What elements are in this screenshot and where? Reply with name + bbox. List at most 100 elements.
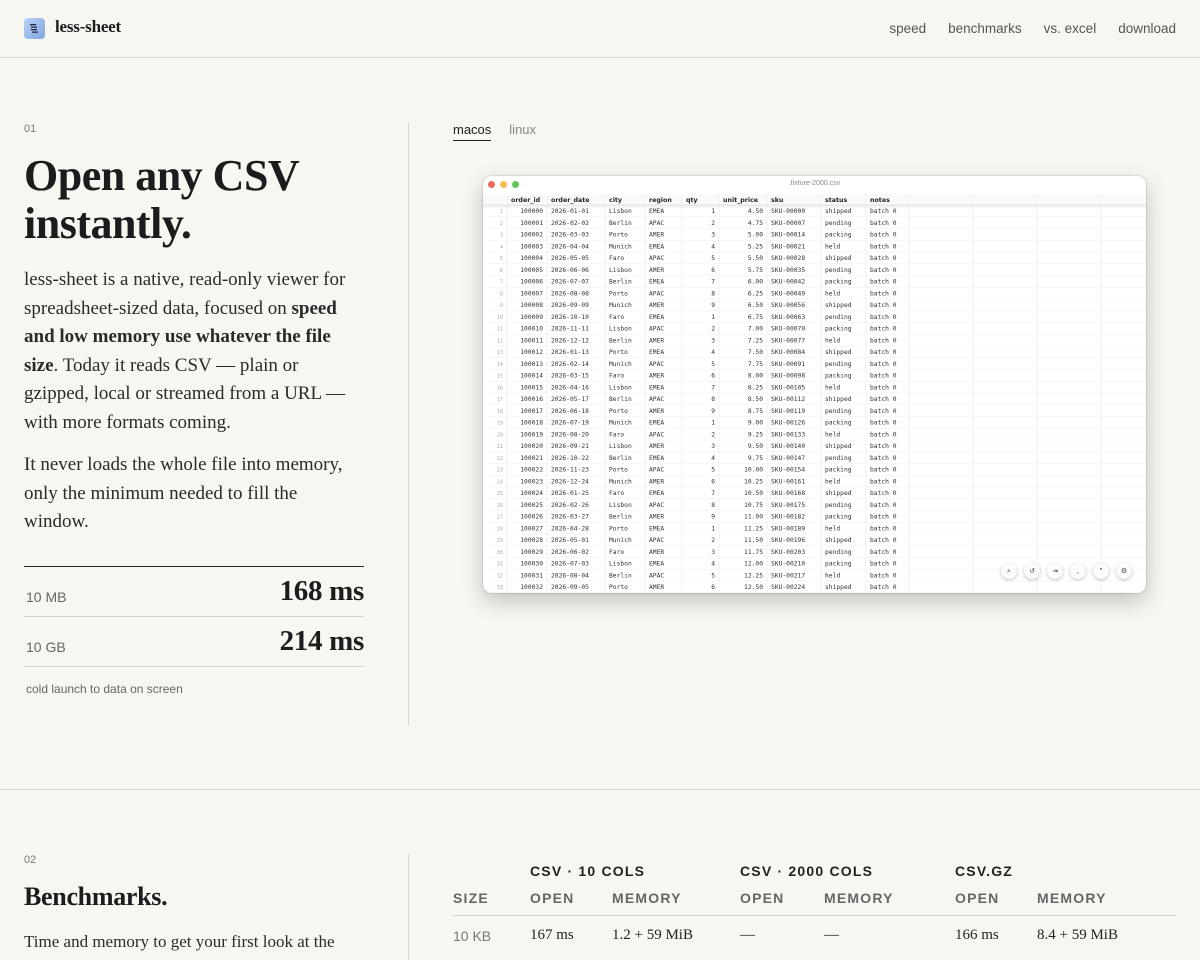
grid-cell: shipped [825,396,852,403]
grid-cell: 100025 [520,502,543,509]
grid-cell: 11.75 [744,549,763,556]
search-icon[interactable]: ⌕ [1001,563,1017,579]
settings-icon[interactable]: ⚙ [1116,563,1132,579]
grid-cell: SKU-00000 [771,208,805,215]
column-header: OPEN [530,890,575,906]
grid-cell: 3 [711,232,715,239]
grid-cell: pending [825,455,852,462]
grid-cell: Faro [609,431,624,438]
column-header-city: city [609,197,622,204]
group-header: CSV · 2000 COLS [740,863,874,879]
grid-cell: 6.50 [748,302,763,309]
grid-cell: 3 [711,443,715,450]
row-number: 22 [497,456,503,462]
grid-cell: AMER [649,302,664,309]
grid-cell: 100029 [520,549,543,556]
grid-cell: APAC [649,255,664,262]
grid-cell: batch 0 [870,384,897,391]
grid-cell: 9.50 [748,443,763,450]
row-number: 4 [500,244,503,250]
column-header-status: status [825,197,848,204]
grid-cell: held [825,384,840,391]
grid-cell: SKU-00028 [771,255,805,262]
grid-cell: packing [825,467,852,474]
grid-cell: SKU-00133 [771,431,805,438]
nav-link-benchmarks[interactable]: benchmarks [948,21,1022,36]
grid-cell: Berlin [609,220,632,227]
grid-cell: pending [825,549,852,556]
grid-cell: 8.25 [748,384,763,391]
grid-cell: 100014 [520,373,543,380]
grid-cell: Munich [609,302,632,309]
grid-cell: 100003 [520,243,543,250]
grid-cell: 100007 [520,290,543,297]
grid-cell: Lisbon [609,267,632,274]
grid-cell: 100024 [520,490,543,497]
grid-cell: SKU-00077 [771,337,805,344]
grid-cell: 2026-05-05 [551,255,589,262]
spreadsheet-grid[interactable]: order_id order_date city region qty unit_pric… [483,176,1146,593]
grid-cell: 5.50 [748,255,763,262]
app-window-screenshot: .fixture-2000.csv order_id order_date city… [483,176,1146,593]
undo-icon[interactable]: ↺ [1024,563,1040,579]
quote-icon[interactable]: " [1093,563,1109,579]
nav-link-speed[interactable]: speed [889,21,926,36]
grid-cell: 100016 [520,396,543,403]
row-number: 26 [497,503,503,509]
grid-cell: 2026-06-02 [551,549,589,556]
stat-label: 10 GB [26,638,66,655]
group-header: CSV.GZ [955,863,1014,879]
grid-cell: 10.25 [744,478,763,485]
row-number: 12 [497,338,503,344]
tab-linux[interactable]: linux [509,122,536,141]
grid-cell: SKU-00098 [771,373,805,380]
grid-cell: Faro [609,549,624,556]
spreadsheet-logo-icon[interactable] [24,18,45,39]
grid-cell: SKU-00105 [771,384,805,391]
column-divider [408,123,409,725]
grid-cell: 1 [711,420,715,427]
grid-cell: Porto [609,290,628,297]
grid-cell: Berlin [609,337,632,344]
group-header: CSV · 10 COLS [530,863,646,879]
grid-cell: 100012 [520,349,543,356]
grid-cell: 2026-01-01 [551,208,589,215]
main-nav: speed benchmarks vs. excel download [889,21,1176,36]
grid-cell: APAC [649,572,664,579]
grid-cell: EMEA [649,420,664,427]
grid-cell: batch 0 [870,314,897,321]
grid-cell: 2026-09-05 [551,584,589,591]
column-header: OPEN [955,890,1000,906]
grid-cell: shipped [825,537,852,544]
grid-cell: 100023 [520,478,543,485]
tab-macos[interactable]: macos [453,122,492,141]
grid-cell: 5.00 [748,232,763,239]
grid-cell: 100013 [520,361,543,368]
jump-icon[interactable]: ⇥ [1047,563,1063,579]
grid-cell: 2026-07-03 [551,561,589,568]
nav-link-vs-excel[interactable]: vs. excel [1044,21,1097,36]
grid-cell: 7.50 [748,349,763,356]
brand-name[interactable]: less-sheet [55,17,121,37]
grid-cell: APAC [649,467,664,474]
grid-cell: 11.50 [744,537,763,544]
grid-cell: Porto [609,525,628,532]
grid-cell: batch 0 [870,514,897,521]
row-number: 13 [497,350,503,356]
section-number: 01 [24,123,37,135]
grid-cell: EMEA [649,314,664,321]
grid-cell: Berlin [609,514,632,521]
grid-cell: batch 0 [870,420,897,427]
grid-cell: 6 [711,478,715,485]
section-number: 02 [24,854,37,866]
nav-link-download[interactable]: download [1118,21,1176,36]
grid-cell: 6 [711,584,715,591]
column-divider [408,854,409,960]
grid-cell: packing [825,420,852,427]
grid-cell: batch 0 [870,232,897,239]
grid-cell: 2026-07-19 [551,420,589,427]
grid-cell: 100001 [520,220,543,227]
grid-cell: 100031 [520,572,543,579]
grid-cell: 8 [711,502,715,509]
comma-icon[interactable]: , [1070,563,1086,579]
